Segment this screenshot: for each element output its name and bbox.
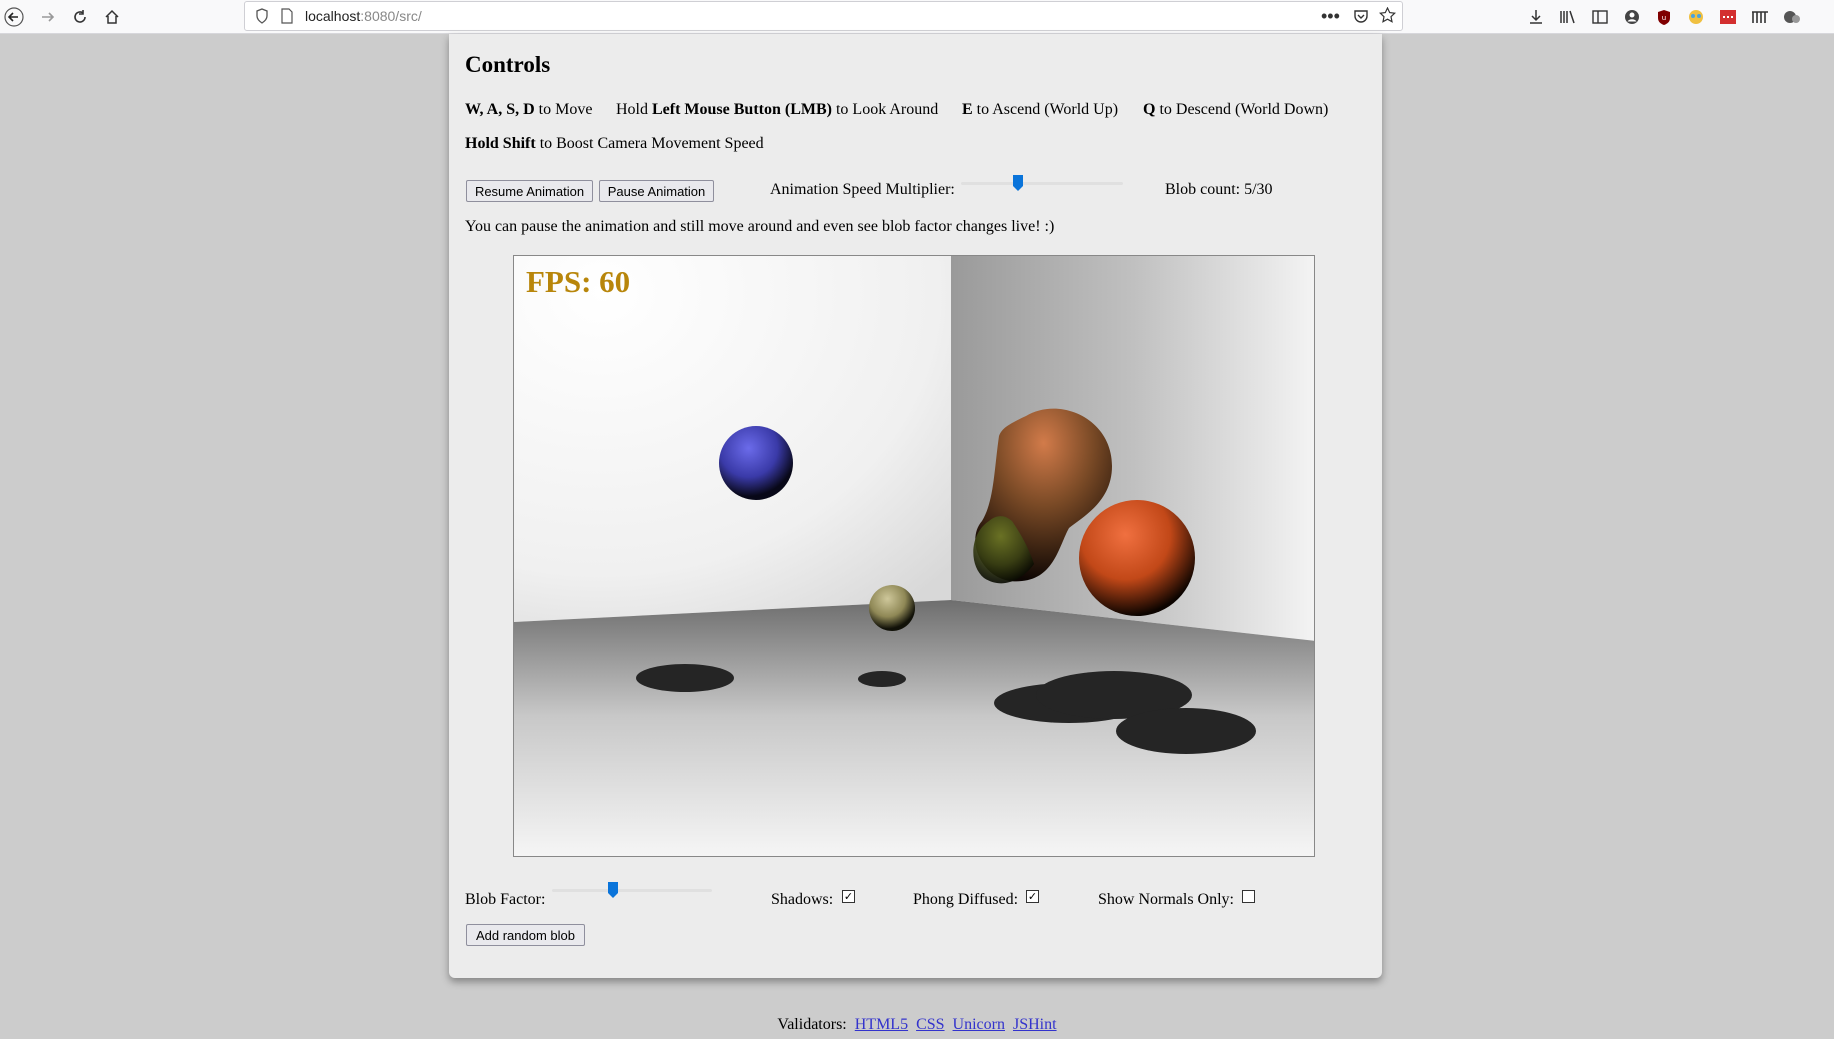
- ascend-instruction: E to Ascend (World Up): [962, 101, 1118, 119]
- back-icon[interactable]: [0, 3, 28, 31]
- library-icon[interactable]: [1556, 5, 1580, 29]
- descend-instruction: Q to Descend (World Down): [1143, 101, 1328, 119]
- reload-icon[interactable]: [66, 3, 94, 31]
- url-text[interactable]: localhost:8080/src/: [305, 8, 422, 24]
- home-icon[interactable]: [98, 3, 126, 31]
- slider-track: [552, 889, 712, 892]
- validator-link-css[interactable]: CSS: [916, 1016, 944, 1033]
- phong-label: Phong Diffused:: [913, 891, 1019, 908]
- download-icon[interactable]: [1524, 5, 1548, 29]
- look-prefix: Hold: [616, 101, 652, 118]
- browser-toolbar: localhost:8080/src/ ••• u: [0, 0, 1834, 34]
- resume-animation-button[interactable]: Resume Animation: [466, 180, 593, 202]
- scene-render: [514, 256, 1314, 856]
- boost-text: to Boost Camera Movement Speed: [535, 135, 764, 152]
- slider-track: [961, 182, 1123, 185]
- move-keys: W, A, S, D: [465, 101, 535, 118]
- fps-counter: FPS: 60: [526, 264, 631, 299]
- footer: Validators: HTML5 CSS Unicorn JSHint: [0, 1016, 1834, 1034]
- svg-text:u: u: [1662, 14, 1666, 22]
- look-keys: Left Mouse Button (LMB): [652, 101, 832, 118]
- account-icon[interactable]: [1620, 5, 1644, 29]
- boost-instruction: Hold Shift to Boost Camera Movement Spee…: [465, 135, 764, 153]
- look-instruction: Hold Left Mouse Button (LMB) to Look Aro…: [616, 101, 938, 119]
- ublock-icon[interactable]: u: [1652, 5, 1676, 29]
- url-bar[interactable]: localhost:8080/src/ •••: [244, 1, 1403, 31]
- blob-count: Blob count: 5/30: [1165, 181, 1273, 198]
- shadows-checkbox[interactable]: ✓: [842, 890, 855, 903]
- add-random-blob-button[interactable]: Add random blob: [466, 924, 585, 946]
- validators-label: Validators:: [777, 1016, 847, 1033]
- webgl-canvas[interactable]: FPS: 60: [513, 255, 1315, 857]
- hint-text: You can pause the animation and still mo…: [465, 218, 1055, 235]
- speed-multiplier-slider[interactable]: [961, 174, 1123, 192]
- forward-icon[interactable]: [34, 3, 62, 31]
- phong-checkbox[interactable]: ✓: [1026, 890, 1039, 903]
- slider-thumb[interactable]: [607, 881, 619, 899]
- pocket-icon[interactable]: [1353, 8, 1369, 29]
- normals-checkbox[interactable]: [1242, 890, 1255, 903]
- controls-panel: Controls W, A, S, D to Move Hold Left Mo…: [449, 34, 1382, 978]
- blob-factor-slider[interactable]: [552, 881, 712, 899]
- look-text: to Look Around: [831, 101, 939, 118]
- extension-pie-icon[interactable]: [1780, 5, 1804, 29]
- descend-key: Q: [1143, 101, 1156, 118]
- validator-link-html5[interactable]: HTML5: [855, 1016, 908, 1033]
- ascend-text: to Ascend (World Up): [972, 101, 1119, 118]
- pause-animation-button[interactable]: Pause Animation: [599, 180, 714, 202]
- move-instruction: W, A, S, D to Move: [465, 101, 592, 119]
- ascend-key: E: [962, 101, 973, 118]
- extension-bars-icon[interactable]: [1748, 5, 1772, 29]
- bookmark-star-icon[interactable]: [1378, 6, 1397, 29]
- normals-label: Show Normals Only:: [1098, 891, 1234, 908]
- validator-link-unicorn[interactable]: Unicorn: [953, 1016, 1005, 1033]
- shadows-label: Shadows:: [771, 891, 834, 908]
- speed-multiplier-label: Animation Speed Multiplier:: [770, 181, 955, 198]
- more-actions-icon[interactable]: •••: [1321, 6, 1340, 27]
- extension-red-icon[interactable]: [1716, 5, 1740, 29]
- url-host: localhost: [305, 8, 361, 24]
- shield-icon[interactable]: [255, 8, 269, 29]
- sidebar-icon[interactable]: [1588, 5, 1612, 29]
- validator-link-jshint[interactable]: JSHint: [1013, 1016, 1057, 1033]
- page-icon: [281, 8, 293, 29]
- move-text: to Move: [534, 101, 593, 118]
- url-path: :8080/src/: [360, 8, 422, 24]
- controls-heading: Controls: [465, 52, 551, 77]
- slider-thumb[interactable]: [1012, 174, 1024, 192]
- descend-text: to Descend (World Down): [1155, 101, 1329, 118]
- extension-face-icon[interactable]: [1684, 5, 1708, 29]
- blob-factor-label: Blob Factor:: [465, 891, 546, 908]
- boost-key: Hold Shift: [465, 135, 536, 152]
